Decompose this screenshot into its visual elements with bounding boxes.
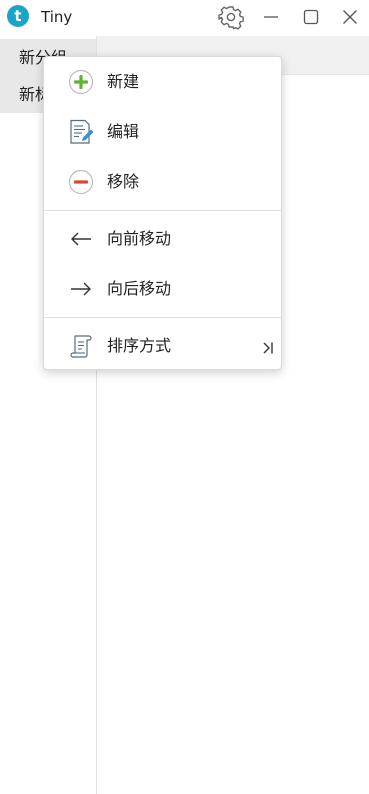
menu-item-edit[interactable]: 编辑 [44,112,281,152]
close-button[interactable] [337,4,363,30]
menu-item-label: 向后移动 [107,279,172,298]
settings-button[interactable] [218,4,244,30]
minimize-button[interactable] [258,4,284,30]
app-logo: t [7,5,29,27]
menu-item-new[interactable]: 新建 [44,62,281,102]
chevron-right-bar-icon [261,340,275,354]
document-edit-icon [68,119,94,145]
menu-item-sort-by[interactable]: 排序方式 [44,326,281,366]
close-icon [343,10,357,24]
menu-item-move-forward[interactable]: 向前移动 [44,219,281,259]
minus-circle-icon [68,169,94,195]
menu-separator [44,210,281,211]
arrow-left-icon [68,226,94,252]
menu-item-label: 向前移动 [107,229,172,248]
menu-item-label: 移除 [107,172,140,191]
menu-item-label: 编辑 [107,122,140,141]
gear-icon [218,6,244,30]
context-menu: 新建 编辑 移除 向前移动 向后移动 排序方式 [43,56,282,370]
plus-circle-icon [68,69,94,95]
maximize-button[interactable] [298,4,324,30]
menu-item-label: 新建 [107,72,140,91]
menu-item-remove[interactable]: 移除 [44,162,281,202]
title-bar: t Tiny [0,0,369,36]
app-title: Tiny [41,8,73,26]
scroll-icon [68,333,94,359]
minimize-icon [264,16,278,18]
menu-item-label: 排序方式 [107,336,172,355]
app-window: t Tiny 新分组 新标 [0,0,369,794]
maximize-icon [303,9,319,25]
arrow-right-icon [68,276,94,302]
menu-item-move-backward[interactable]: 向后移动 [44,269,281,309]
menu-separator [44,317,281,318]
